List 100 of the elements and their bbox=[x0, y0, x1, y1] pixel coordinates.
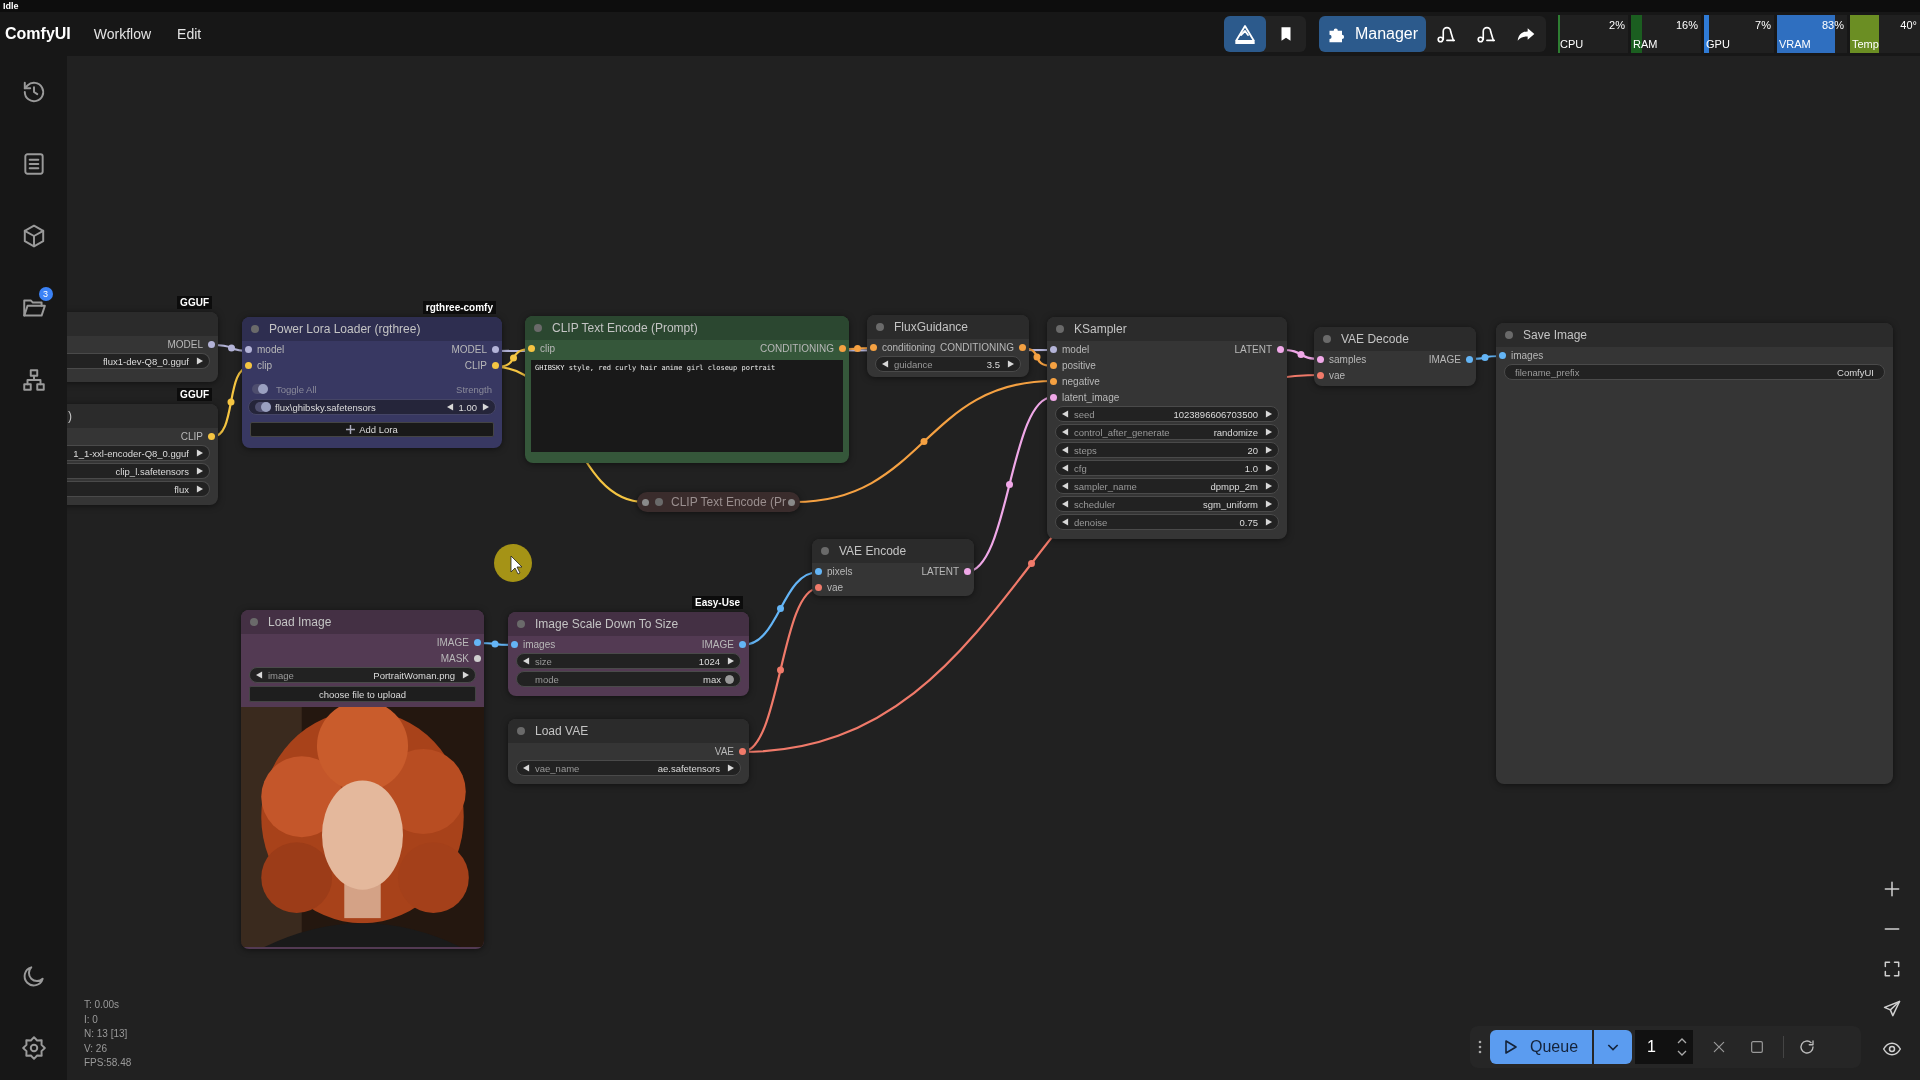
output-slot[interactable] bbox=[208, 340, 215, 348]
manager-button[interactable]: Manager bbox=[1319, 16, 1426, 52]
input-slot[interactable] bbox=[1317, 355, 1324, 363]
slot-label: conditioning bbox=[882, 341, 936, 353]
node-badge: GGUF bbox=[177, 296, 212, 309]
combo-widget[interactable]: denoise 0.75 bbox=[1055, 514, 1279, 530]
combo-widget[interactable]: cfg 1.0 bbox=[1055, 460, 1279, 476]
node-dot-icon bbox=[250, 618, 258, 626]
output-slot[interactable] bbox=[739, 640, 746, 648]
slot-label: images bbox=[523, 638, 556, 650]
toggle-knob[interactable] bbox=[725, 674, 734, 684]
slot-label: pixels bbox=[827, 565, 853, 577]
chevron-down-icon[interactable] bbox=[1677, 1050, 1688, 1056]
left-arrow-icon bbox=[1062, 446, 1069, 454]
combo-widget[interactable]: guidance 3.5 bbox=[875, 356, 1021, 372]
menu-item[interactable]: Edit bbox=[177, 26, 202, 42]
eye-icon[interactable] bbox=[1882, 1039, 1902, 1059]
combo-widget[interactable]: clip_l.safetensors bbox=[67, 463, 210, 479]
input-slot[interactable] bbox=[815, 583, 822, 591]
output-slot[interactable] bbox=[474, 654, 481, 662]
output-slot[interactable] bbox=[964, 567, 971, 575]
input-slot[interactable] bbox=[1050, 393, 1057, 401]
refresh-icon[interactable] bbox=[1798, 1038, 1817, 1056]
drag-handle-icon bbox=[1478, 1040, 1482, 1054]
hierarchy-icon[interactable] bbox=[20, 367, 47, 393]
combo-widget[interactable]: seed 1023896606703500 bbox=[1055, 406, 1279, 422]
output-slot[interactable] bbox=[492, 361, 499, 369]
combo-widget[interactable]: scheduler sgm_uniform bbox=[1055, 496, 1279, 512]
combo-widget[interactable]: sampler_name dpmpp_2m bbox=[1055, 478, 1279, 494]
stat-text: N: 13 [13] bbox=[84, 1027, 129, 1042]
input-slot[interactable] bbox=[245, 345, 252, 353]
send-icon[interactable] bbox=[1882, 999, 1902, 1019]
stop-icon[interactable] bbox=[1749, 1039, 1766, 1055]
input-slot[interactable] bbox=[511, 640, 518, 648]
upload-button[interactable]: choose file to upload bbox=[249, 686, 476, 702]
input-slot[interactable] bbox=[528, 344, 535, 352]
node-dot-icon bbox=[1323, 335, 1331, 343]
right-arrow-icon bbox=[1265, 518, 1272, 526]
add-button[interactable]: Add Lora bbox=[250, 422, 494, 437]
play-icon bbox=[1504, 1039, 1518, 1055]
text-widget[interactable]: filename_prefix ComfyUI bbox=[1504, 364, 1885, 380]
output-slot[interactable] bbox=[788, 498, 795, 506]
input-slot[interactable] bbox=[642, 498, 649, 506]
left-arrow-icon bbox=[256, 671, 263, 679]
slot-label: latent_image bbox=[1062, 391, 1120, 403]
slot-label: IMAGE bbox=[701, 638, 734, 650]
right-arrow-icon bbox=[1265, 500, 1272, 508]
output-slot[interactable] bbox=[1466, 355, 1473, 363]
input-slot[interactable] bbox=[1050, 361, 1057, 369]
menu-item[interactable]: Workflow bbox=[93, 26, 152, 42]
output-slot[interactable] bbox=[1277, 345, 1284, 353]
slot-label: model bbox=[257, 343, 285, 355]
settings-icon[interactable] bbox=[20, 1035, 47, 1061]
toggle-switch[interactable] bbox=[252, 384, 268, 394]
right-arrow-icon bbox=[1265, 464, 1272, 472]
node-dot-icon bbox=[655, 498, 663, 506]
left-arrow-icon bbox=[523, 657, 530, 665]
input-slot[interactable] bbox=[1050, 345, 1057, 353]
combo-widget[interactable]: image PortraitWoman.png bbox=[249, 667, 476, 683]
combo-widget[interactable]: flux bbox=[67, 481, 210, 497]
input-slot[interactable] bbox=[815, 567, 822, 575]
node-title: Power Lora Loader (rgthree) bbox=[269, 322, 421, 336]
input-slot[interactable] bbox=[245, 361, 252, 369]
output-slot[interactable] bbox=[739, 747, 746, 755]
chevron-up-icon[interactable] bbox=[1677, 1038, 1688, 1044]
logo-button[interactable] bbox=[1224, 16, 1266, 52]
output-slot[interactable] bbox=[208, 432, 215, 440]
right-arrow-icon bbox=[196, 357, 203, 365]
combo-widget[interactable]: control_after_generate randomize bbox=[1055, 424, 1279, 440]
combo-widget[interactable]: vae_name ae.safetensors bbox=[516, 760, 741, 776]
node-dot-icon bbox=[517, 620, 525, 628]
combo-widget[interactable]: steps 20 bbox=[1055, 442, 1279, 458]
left-arrow-icon bbox=[1062, 410, 1069, 418]
output-slot[interactable] bbox=[474, 638, 481, 646]
combo-widget[interactable]: flux1-dev-Q8_0.gguf bbox=[67, 353, 210, 369]
fit-view-icon[interactable] bbox=[1882, 959, 1902, 979]
node-dot-icon bbox=[517, 727, 525, 735]
input-slot[interactable] bbox=[1317, 371, 1324, 379]
input-slot[interactable] bbox=[1499, 351, 1506, 359]
count-field[interactable]: 1 bbox=[1635, 1030, 1694, 1064]
output-slot[interactable] bbox=[492, 345, 499, 353]
right-arrow-icon bbox=[1007, 360, 1014, 368]
input-slot[interactable] bbox=[870, 343, 877, 351]
combo-widget[interactable]: 1_1-xxl-encoder-Q8_0.gguf bbox=[67, 445, 210, 461]
lora-row[interactable]: flux\ghibsky.safetensors 1.00 bbox=[248, 399, 496, 415]
zoom-in-icon[interactable] bbox=[1882, 879, 1902, 899]
output-slot[interactable] bbox=[839, 344, 846, 352]
queue-button[interactable]: Queue bbox=[1490, 1030, 1593, 1064]
input-slot[interactable] bbox=[1050, 377, 1057, 385]
status-text: Idle bbox=[3, 1, 19, 11]
count-badge: 3 bbox=[38, 287, 53, 301]
toggle-widget[interactable]: mode max bbox=[516, 671, 741, 687]
node-dot-icon bbox=[876, 323, 884, 331]
slot-label: LATENT bbox=[1234, 343, 1272, 355]
node-title: KSampler bbox=[1074, 322, 1127, 336]
toggle-label: Toggle All bbox=[276, 383, 317, 395]
output-slot[interactable] bbox=[1019, 343, 1026, 351]
combo-widget[interactable]: size 1024 bbox=[516, 653, 741, 669]
toggle-switch[interactable] bbox=[255, 402, 271, 412]
dropdown-button[interactable] bbox=[1594, 1030, 1633, 1064]
